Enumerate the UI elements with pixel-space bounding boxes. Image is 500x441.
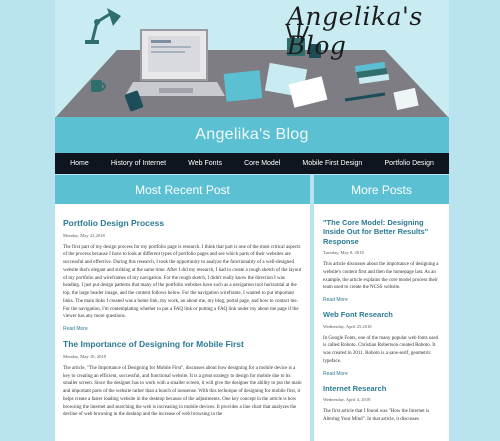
nav-core-model[interactable]: Core Model [244,160,280,167]
side-post-excerpt: This article discusses about the importa… [323,262,439,291]
mug-icon [91,80,102,92]
recent-post-heading: Most Recent Post [135,182,230,197]
recent-post-header: Most Recent Post [55,175,310,204]
main-navigation: Home History of Internet Web Fonts Core … [55,153,449,174]
more-posts-header: More Posts [314,175,449,204]
post-date: Monday, May 10, 2018 [63,353,106,359]
post-excerpt: The article, "The Importance of Designin… [63,365,302,418]
post-title-link[interactable]: Portfolio Design Process [63,218,302,229]
nav-home[interactable]: Home [70,160,89,167]
post-item: Portfolio Design Process Monday, May 22,… [63,218,302,332]
read-more-link[interactable]: Read More [323,297,441,303]
blog-header: Angelika's Blog Angelika's Blog [55,0,449,153]
site-title: Angelika's Blog [195,126,309,143]
nav-history-of-internet[interactable]: History of Internet [111,160,166,167]
more-posts-column: More Posts "The Core Model: Designing In… [314,175,449,441]
side-post-item: "The Core Model: Designing Inside Out fo… [323,218,441,303]
nav-web-fonts[interactable]: Web Fonts [188,160,222,167]
side-post-excerpt: The first article that I found was "How … [323,408,430,422]
lamp-icon [85,8,121,44]
nav-portfolio-design[interactable]: Portfolio Design [384,160,433,167]
side-post-date: Tuesday, May 8, 2018 [323,250,364,256]
title-band: Angelika's Blog [55,117,449,153]
post-excerpt: The first part of my design process for … [63,244,302,320]
side-post-title-link[interactable]: Internet Research [323,384,441,393]
side-post-date: Wednesday, April 25,2018 [323,323,372,329]
side-post-item: Web Font Research Wednesday, April 25,20… [323,310,441,376]
post-title-link[interactable]: The Importance of Designing for Mobile F… [63,339,302,350]
side-post-date: Wednesday, April 4, 2018 [323,396,371,402]
more-posts-heading: More Posts [351,182,412,197]
read-more-link[interactable]: Read More [323,371,441,377]
script-logo: Angelika's Blog [287,2,423,60]
side-post-title-link[interactable]: "The Core Model: Designing Inside Out fo… [323,218,441,246]
read-more-link[interactable]: Read More [63,326,302,332]
recent-post-column: Most Recent Post Portfolio Design Proces… [55,175,310,441]
side-post-excerpt: In Google Fonts, one of the many popular… [323,335,439,364]
side-post-item: Internet Research Wednesday, April 4, 20… [323,384,441,424]
nav-mobile-first-design[interactable]: Mobile First Design [302,160,362,167]
side-post-title-link[interactable]: Web Font Research [323,310,441,319]
post-item: The Importance of Designing for Mobile F… [63,339,302,419]
post-date: Monday, May 22,2018 [63,232,105,238]
